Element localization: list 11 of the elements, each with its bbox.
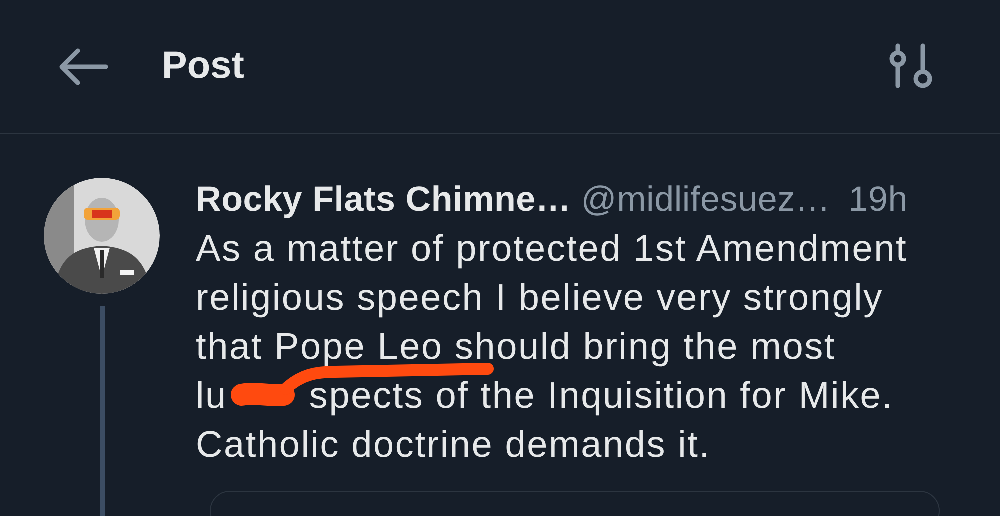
post-text: spects of the Inquisition for Mike.	[309, 374, 894, 418]
post-text: Catholic doctrine demands it.	[196, 423, 711, 467]
post-time: 19h	[848, 179, 908, 221]
post-text: As a matter of protected 1st Amendment	[196, 227, 908, 271]
page-title: Post	[162, 44, 244, 89]
post-text: lu	[196, 374, 228, 418]
author-handle[interactable]: @midlifesuez…	[581, 178, 831, 222]
author-name[interactable]: Rocky Flats Chimne…	[196, 178, 572, 222]
post-text: religious speech I believe very strongly	[196, 276, 884, 320]
post-text: that Pope Leo should bring the most	[196, 325, 836, 369]
sliders-icon[interactable]	[888, 42, 934, 90]
